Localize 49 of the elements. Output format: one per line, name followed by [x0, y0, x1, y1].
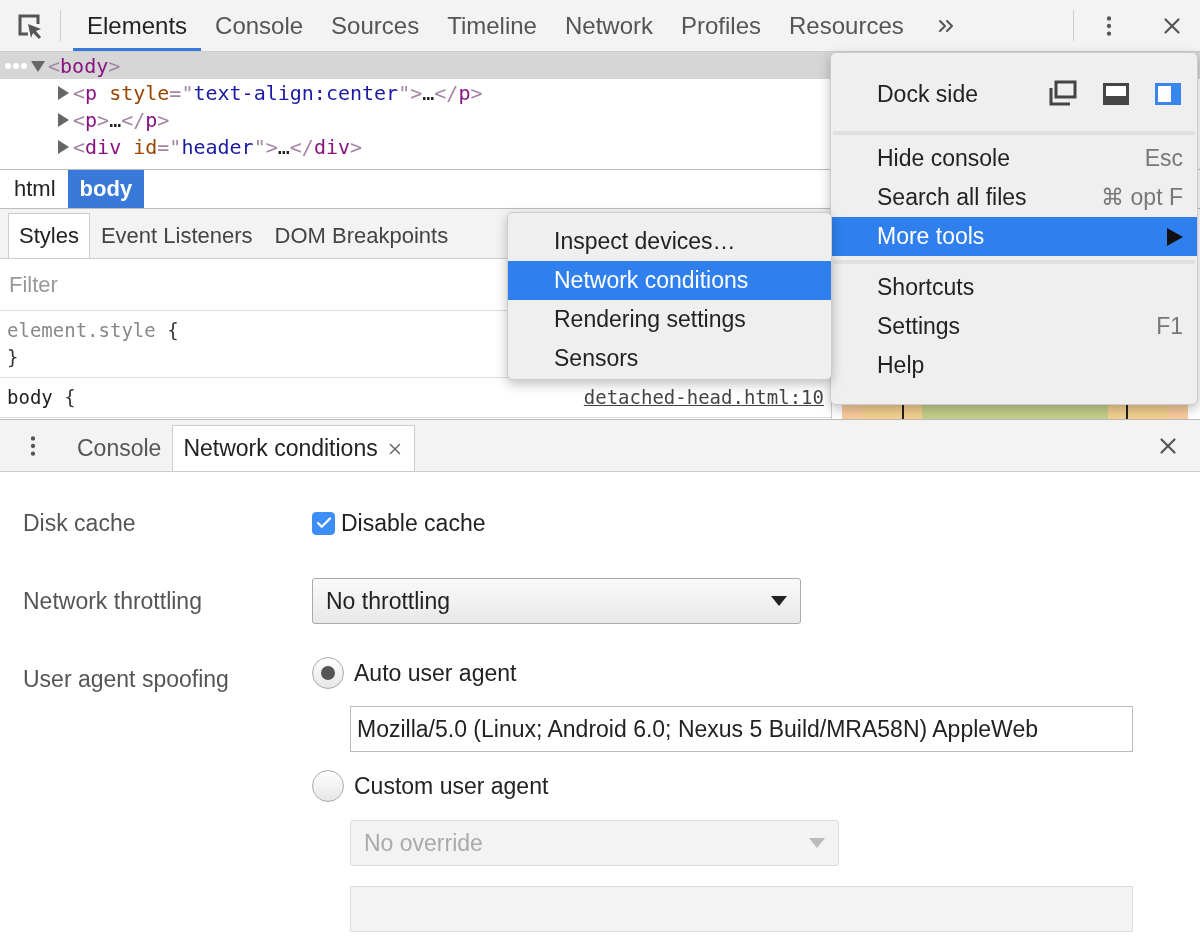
collapsed-caret-icon[interactable] — [55, 138, 71, 155]
rule-selector: body { — [7, 385, 76, 410]
drawer-tab[interactable]: Network conditions — [172, 425, 415, 471]
menu-item[interactable]: Sensors — [508, 339, 831, 378]
menu-item[interactable]: Shortcuts — [831, 268, 1197, 307]
dock-undock-icon[interactable] — [1049, 80, 1079, 108]
dom-node[interactable]: <body> — [48, 53, 121, 78]
breadcrumb[interactable]: html — [2, 170, 68, 208]
collapsed-caret-icon[interactable] — [55, 111, 71, 128]
dom-node[interactable]: <p>…</p> — [73, 107, 170, 132]
drawer-tab[interactable]: Console — [66, 425, 173, 471]
menu-item[interactable]: Inspect devices… — [508, 222, 831, 261]
sidebar-tab[interactable]: Styles — [8, 213, 90, 258]
breadcrumb[interactable]: body — [67, 170, 145, 208]
panel-tab[interactable]: Console — [201, 0, 318, 51]
rule-selector: element.style { — [7, 318, 179, 343]
submenu-arrow-icon — [1167, 227, 1183, 246]
dock-bottom-icon[interactable] — [1101, 80, 1131, 108]
menu-item[interactable]: Hide console Esc — [831, 139, 1197, 178]
dock-right-icon[interactable] — [1153, 80, 1183, 108]
dom-node[interactable]: <div id="header">…</div> — [73, 134, 363, 159]
user-agent-radio[interactable]: Custom user agent — [312, 752, 549, 820]
menu-item[interactable]: Network conditions — [508, 261, 831, 300]
panel-tab[interactable]: Sources — [317, 0, 434, 51]
panel-tab[interactable]: Profiles — [667, 0, 776, 51]
dock-side-label: Dock side — [877, 80, 979, 108]
panel-tab[interactable]: Network — [550, 0, 667, 51]
disable-cache-checkbox[interactable]: Disable cache — [312, 484, 486, 562]
sidebar-tab[interactable]: Event Listeners — [89, 213, 264, 258]
setting-label: User agent spoofing — [23, 664, 230, 694]
source-link[interactable]: detached-head.html:10 — [583, 384, 824, 411]
ellipsis-icon — [4, 62, 28, 70]
menu-item[interactable]: More tools — [831, 217, 1197, 256]
menu-item[interactable]: Help — [831, 346, 1197, 385]
panel-tab[interactable]: Resources — [775, 0, 918, 51]
closing-brace: } — [7, 345, 19, 370]
user-agent-field[interactable]: Mozilla/5.0 (Linux; Android 6.0; Nexus 5 Build/MRA58N) AppleWeb — [350, 706, 1133, 752]
panel-tab[interactable]: Timeline — [433, 0, 551, 51]
user-agent-radio[interactable]: Auto user agent — [312, 640, 517, 706]
setting-label: Network throttling — [23, 586, 203, 616]
menu-item[interactable]: Search all files ⌘ opt F — [831, 178, 1197, 217]
throttling-dropdown[interactable]: No throttling — [312, 578, 801, 624]
menu-item[interactable]: Settings F1 — [831, 307, 1197, 346]
dropdown-arrow-icon — [771, 596, 787, 606]
dom-node[interactable]: <p style="text-align:center">…</p> — [73, 80, 483, 105]
collapsed-caret-icon[interactable] — [55, 84, 71, 101]
dropdown-arrow-icon — [809, 838, 825, 848]
sidebar-tab[interactable]: DOM Breakpoints — [263, 213, 460, 258]
setting-label: Disk cache — [23, 508, 137, 538]
